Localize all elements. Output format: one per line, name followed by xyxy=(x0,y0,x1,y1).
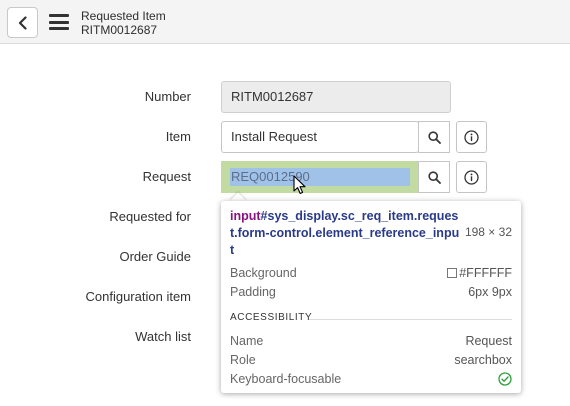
top-header: Requested Item RITM0012687 xyxy=(0,0,570,44)
padding-row: Padding 6px 9px xyxy=(230,285,512,299)
inspector-tooltip: input#sys_display.sc_req_item.request.fo… xyxy=(221,201,521,393)
item-field[interactable]: Install Request xyxy=(221,121,419,153)
label-configuration-item: Configuration item xyxy=(85,289,192,304)
label-item: Item xyxy=(165,129,191,144)
back-button[interactable] xyxy=(7,7,38,38)
label-order-guide: Order Guide xyxy=(119,249,191,264)
element-selector: input#sys_display.sc_req_item.request.fo… xyxy=(230,209,460,257)
request-info-button[interactable] xyxy=(456,161,487,193)
item-info-button[interactable] xyxy=(456,121,487,153)
search-icon xyxy=(427,170,441,184)
label-request: Request xyxy=(142,169,191,184)
menu-icon[interactable] xyxy=(49,14,69,30)
number-field[interactable]: RITM0012687 xyxy=(221,81,451,113)
role-row: Role searchbox xyxy=(230,353,512,367)
check-circle-icon xyxy=(498,372,512,386)
search-icon xyxy=(427,130,441,144)
item-search-button[interactable] xyxy=(418,121,450,153)
mouse-pointer-icon xyxy=(293,175,306,195)
label-watch-list: Watch list xyxy=(135,329,191,344)
request-search-button[interactable] xyxy=(418,161,450,193)
name-row: Name Request xyxy=(230,334,512,348)
info-icon xyxy=(464,129,479,145)
chevron-left-icon xyxy=(18,15,27,30)
element-dimensions: 198 × 32 xyxy=(464,225,512,239)
accessibility-heading: ACCESSIBILITY xyxy=(230,312,313,323)
label-number: Number xyxy=(144,89,191,104)
request-field[interactable]: REQ0012590 xyxy=(230,168,410,186)
divider xyxy=(309,319,512,320)
info-icon xyxy=(464,169,479,185)
keyboard-focusable-row: Keyboard-focusable xyxy=(230,371,512,387)
background-row: Background #FFFFFF xyxy=(230,266,512,280)
page-title: Requested Item xyxy=(81,9,166,23)
color-swatch xyxy=(447,268,458,278)
label-requested-for: Requested for xyxy=(109,209,191,224)
record-number: RITM0012687 xyxy=(81,23,158,37)
